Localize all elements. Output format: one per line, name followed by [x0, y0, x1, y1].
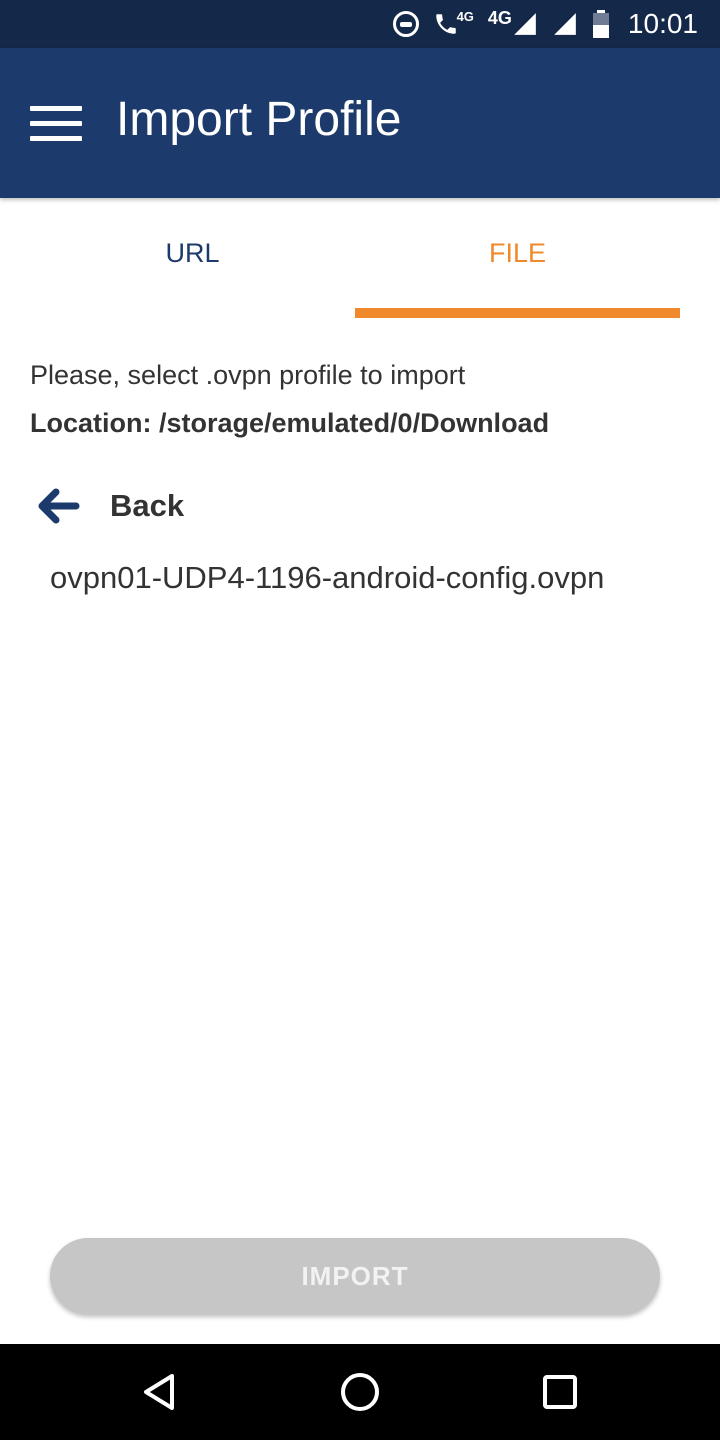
back-button[interactable]: Back: [30, 478, 184, 534]
page-title: Import Profile: [116, 93, 402, 146]
call-network-label: 4G: [456, 8, 474, 24]
location-path: Location: /storage/emulated/0/Download: [30, 408, 550, 438]
instruction-text: Please, select .ovpn profile to import: [30, 360, 466, 390]
tab-file[interactable]: FILE: [355, 198, 680, 318]
screen: 4G 4G 10:01 Import Profile URL FILE Plea…: [0, 0, 720, 1440]
nav-recent-icon[interactable]: [500, 1344, 620, 1440]
nav-back-icon[interactable]: [100, 1344, 220, 1440]
signal-icon: [514, 13, 536, 35]
dnd-icon: [392, 11, 419, 37]
wifi-call-icon: 4G: [433, 8, 474, 37]
system-nav-bar: [0, 1344, 720, 1440]
network-label: 4G: [487, 7, 512, 28]
app-bar: Import Profile: [0, 48, 720, 198]
import-button[interactable]: IMPORT: [50, 1238, 660, 1314]
signal-group: 4G: [487, 7, 538, 37]
status-bar: 4G 4G 10:01: [0, 0, 720, 48]
nav-home-icon[interactable]: [300, 1344, 420, 1440]
signal-secondary-icon: [552, 11, 578, 37]
tab-bar: URL FILE: [30, 198, 680, 318]
tab-indicator: [355, 308, 680, 318]
clock: 10:01: [627, 8, 698, 39]
file-list-item[interactable]: ovpn01-UDP4-1196-android-config.ovpn: [50, 560, 604, 596]
arrow-left-icon: [30, 478, 86, 534]
battery-icon: [592, 10, 610, 38]
back-label: Back: [110, 488, 185, 523]
menu-icon[interactable]: [30, 106, 82, 142]
tab-url[interactable]: URL: [30, 198, 355, 318]
